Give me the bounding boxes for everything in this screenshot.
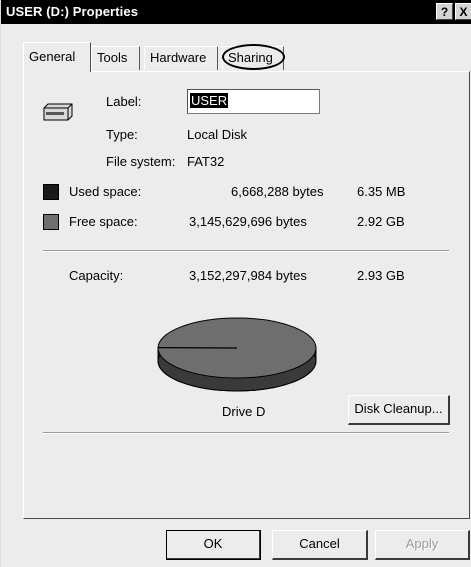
title-bar: USER (D:) Properties ? X [1, 0, 471, 24]
free-space-bytes: 3,145,629,696 bytes [189, 214, 307, 229]
used-space-swatch [43, 184, 59, 200]
help-button[interactable]: ? [436, 3, 453, 20]
tab-general[interactable]: General [23, 42, 91, 72]
used-space-caption: Used space: [69, 184, 142, 199]
properties-dialog: USER (D:) Properties ? X General Tools H… [0, 0, 471, 567]
close-button[interactable]: X [455, 3, 471, 20]
capacity-bytes: 3,152,297,984 bytes [189, 268, 307, 283]
tab-sharing[interactable]: Sharing [222, 46, 284, 70]
disk-cleanup-button[interactable]: Disk Cleanup... [348, 395, 450, 425]
capacity-size: 2.93 GB [357, 268, 405, 283]
free-space-caption: Free space: [69, 214, 138, 229]
type-value: Local Disk [187, 127, 247, 142]
drive-name: Drive D [222, 404, 266, 419]
capacity-caption: Capacity: [69, 268, 124, 283]
separator-top [43, 250, 449, 252]
label-input-value: USER [190, 93, 229, 108]
free-space-swatch [43, 214, 59, 230]
separator-bottom [43, 432, 449, 434]
drive-icon [43, 103, 73, 121]
tab-tools[interactable]: Tools [91, 46, 140, 70]
filesystem-caption: File system: [106, 154, 176, 169]
label-input[interactable]: USER [187, 89, 320, 114]
tab-hardware[interactable]: Hardware [144, 46, 218, 70]
label-caption: Label: [106, 94, 142, 109]
ok-button[interactable]: OK [166, 530, 261, 560]
used-space-bytes: 6,668,288 bytes [231, 184, 324, 199]
apply-button[interactable]: Apply [375, 530, 470, 560]
disk-usage-pie [157, 317, 317, 392]
filesystem-value: FAT32 [187, 154, 225, 169]
free-space-size: 2.92 GB [357, 214, 405, 229]
used-space-size: 6.35 MB [357, 184, 406, 199]
window-title: USER (D:) Properties [6, 4, 139, 19]
cancel-button[interactable]: Cancel [272, 530, 368, 560]
type-caption: Type: [106, 127, 138, 142]
